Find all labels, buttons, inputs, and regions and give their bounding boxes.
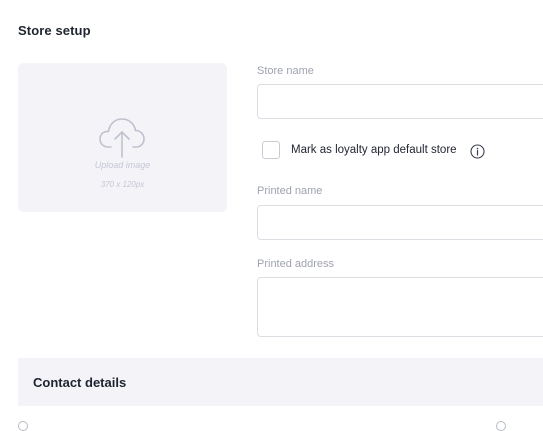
cloud-upload-icon [99,118,145,158]
info-icon[interactable] [470,144,485,159]
store-name-input[interactable] [257,84,543,119]
printed-address-label: Printed address [257,258,335,270]
loyalty-default-label: Mark as loyalty app default store [291,144,457,156]
printed-name-input[interactable] [257,205,543,240]
contact-details-title: Contact details [33,375,127,390]
store-name-label: Store name [257,65,314,77]
upload-size-hint: 370 x 120px [100,180,145,189]
printed-name-label: Printed name [257,185,323,197]
image-upload-dropzone[interactable]: Upload image 370 x 120px [18,63,227,212]
contact-details-section[interactable]: Contact details [18,358,543,406]
loyalty-default-checkbox[interactable] [262,141,280,159]
field-edge-indicator [18,421,28,431]
page-title: Store setup [18,23,91,38]
printed-address-textarea[interactable] [257,277,543,337]
field-edge-indicator [496,421,506,431]
upload-image-label: Upload image [94,160,151,170]
